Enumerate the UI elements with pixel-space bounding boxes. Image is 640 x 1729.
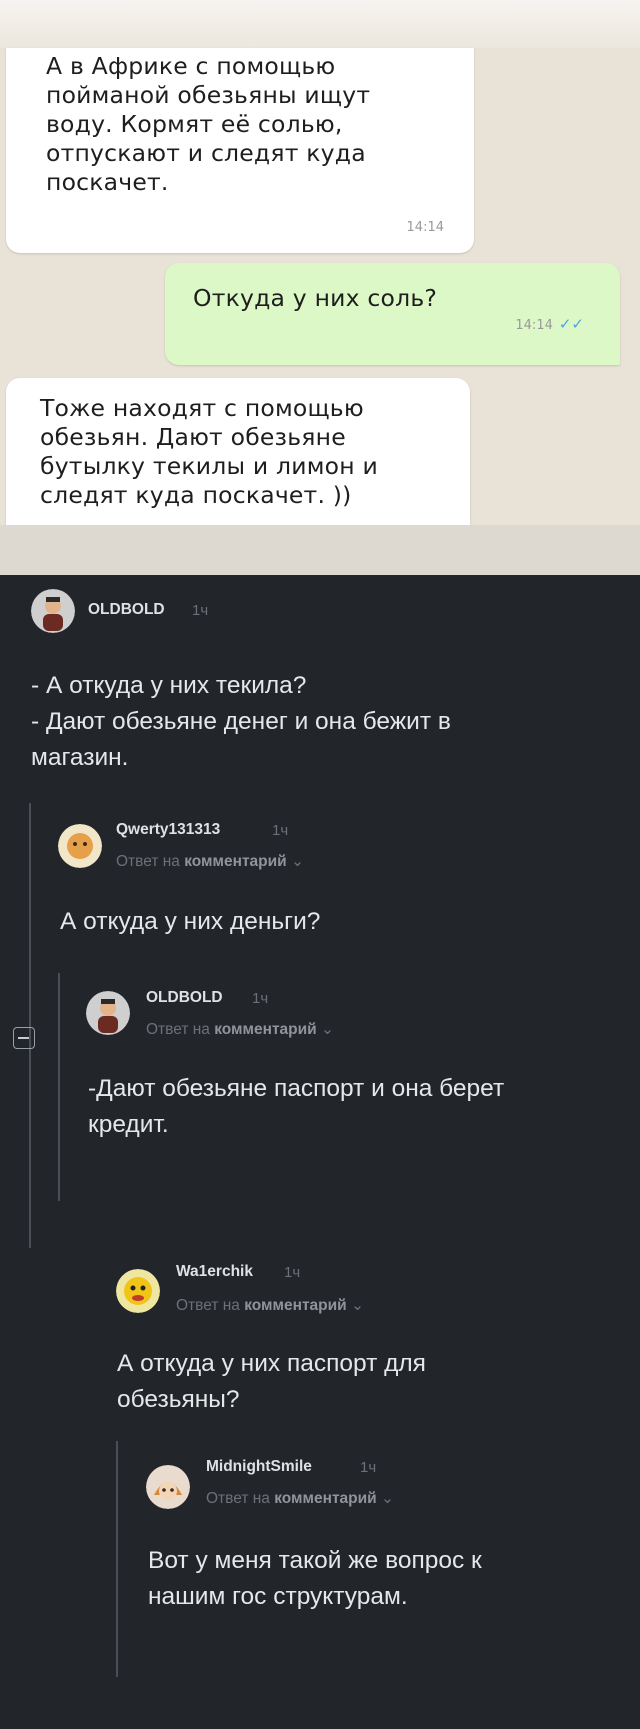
comment-text: - А откуда у них текила? - Дают обезьяне… (31, 672, 451, 771)
chevron-down-icon: ⌄ (321, 1021, 335, 1038)
thread-line (58, 973, 60, 1201)
reply-prefix: Ответ на (146, 1021, 210, 1038)
comment-time: 1ч (192, 602, 209, 619)
chat-screenshot: А в Африке с помощью пойманой обезьяны и… (0, 0, 640, 575)
reply-to-link[interactable]: Ответ на комментарий ⌄ (206, 1489, 394, 1508)
chat-top-edge (0, 0, 640, 48)
chevron-down-icon: ⌄ (291, 853, 305, 870)
comment-text: Вот у меня такой же вопрос к нашим гос с… (148, 1547, 482, 1610)
comment-text: -Дают обезьяне паспорт и она берет креди… (88, 1075, 505, 1138)
comment-text: А откуда у них паспорт для обезьяны? (117, 1350, 426, 1413)
reply-to-link[interactable]: Ответ на комментарий ⌄ (146, 1020, 334, 1039)
minus-box-icon[interactable] (13, 1027, 35, 1049)
username[interactable]: OLDBOLD (146, 989, 223, 1007)
reply-target: комментарий (214, 1021, 317, 1038)
double-check-icon: ✓✓ (558, 315, 584, 333)
reply-target: комментарий (184, 853, 287, 870)
chat-message-outgoing: Откуда у них соль? 14:14 ✓✓ (165, 263, 620, 365)
reply-prefix: Ответ на (176, 1297, 240, 1314)
chat-bottom-edge (0, 525, 640, 575)
thread-line (116, 1441, 118, 1677)
chevron-down-icon: ⌄ (381, 1490, 395, 1507)
comment-time: 1ч (252, 990, 269, 1007)
message-text: Откуда у них соль? (193, 284, 438, 312)
username[interactable]: Wa1erchik (176, 1263, 253, 1281)
username[interactable]: Qwerty131313 (116, 821, 220, 839)
avatar[interactable] (86, 991, 130, 1035)
comments-thread: OLDBOLD 1ч - А откуда у них текила? - Да… (0, 575, 640, 1729)
reply-target: комментарий (274, 1490, 377, 1507)
username[interactable]: MidnightSmile (206, 1458, 312, 1476)
comment-time: 1ч (360, 1459, 377, 1476)
avatar[interactable] (31, 589, 75, 633)
comment-time: 1ч (284, 1264, 301, 1281)
chevron-down-icon: ⌄ (351, 1297, 365, 1314)
avatar[interactable] (146, 1465, 190, 1509)
message-text: Тоже находят с помощью обезьян. Дают обе… (40, 394, 378, 509)
avatar[interactable] (58, 824, 102, 868)
reply-to-link[interactable]: Ответ на комментарий ⌄ (116, 852, 304, 871)
message-text: А в Африке с помощью пойманой обезьяны и… (46, 52, 371, 196)
reply-prefix: Ответ на (206, 1490, 270, 1507)
username[interactable]: OLDBOLD (88, 601, 165, 619)
chat-message-incoming: А в Африке с помощью пойманой обезьяны и… (6, 48, 474, 253)
message-time-row: 14:14 ✓✓ (515, 315, 584, 333)
comment-time: 1ч (272, 822, 289, 839)
reply-to-link[interactable]: Ответ на комментарий ⌄ (176, 1296, 364, 1315)
reply-target: комментарий (244, 1297, 347, 1314)
message-time: 14:14 (406, 220, 444, 235)
comment-text: А откуда у них деньги? (60, 908, 321, 935)
avatar[interactable] (116, 1269, 160, 1313)
thread-line (29, 803, 31, 1248)
chat-message-incoming: Тоже находят с помощью обезьян. Дают обе… (6, 378, 470, 538)
message-time: 14:14 (515, 318, 553, 333)
reply-prefix: Ответ на (116, 853, 180, 870)
